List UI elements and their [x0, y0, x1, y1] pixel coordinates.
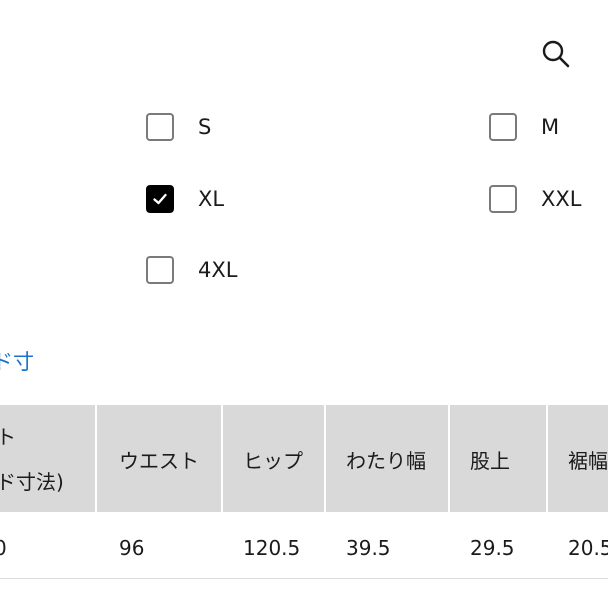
column-divider	[546, 405, 548, 512]
check-icon	[153, 193, 167, 205]
size-label-4xl: 4XL	[198, 257, 238, 282]
size-label-xl: XL	[198, 186, 225, 211]
search-icon	[542, 40, 570, 68]
size-table: ト ド寸法) ウエスト ヒップ わたり幅 股上 裾幅 0 96 120.5 39…	[0, 405, 608, 581]
size-option-m[interactable]: M	[489, 109, 559, 145]
header-thigh: わたり幅	[346, 449, 426, 473]
column-divider	[448, 405, 450, 512]
header-cell-1-line2: ド寸法)	[0, 470, 64, 494]
row-cell-hip: 120.5	[243, 536, 301, 560]
search-button[interactable]	[538, 36, 574, 72]
row-divider	[0, 578, 608, 579]
header-hem: 裾幅	[568, 449, 608, 473]
table-header-row: ト ド寸法) ウエスト ヒップ わたり幅 股上 裾幅	[0, 405, 608, 512]
header-waist: ウエスト	[119, 449, 199, 473]
header-rise: 股上	[470, 449, 510, 473]
size-chart-link[interactable]: ド寸	[0, 346, 34, 376]
size-option-s[interactable]: S	[146, 109, 211, 145]
size-option-4xl[interactable]: 4XL	[146, 252, 237, 288]
checkbox-xxl[interactable]	[489, 185, 517, 213]
size-guide-page: S M XL XXL 4XL ド寸 ト ド寸法) ウエスト ヒップ わたり幅 股…	[0, 0, 608, 608]
column-divider	[324, 405, 326, 512]
size-label-s: S	[198, 114, 212, 139]
checkbox-4xl[interactable]	[146, 256, 174, 284]
checkbox-m[interactable]	[489, 113, 517, 141]
row-cell-1: 0	[0, 536, 7, 560]
checkbox-s[interactable]	[146, 113, 174, 141]
checkbox-xl[interactable]	[146, 185, 174, 213]
size-label-xxl: XXL	[541, 186, 582, 211]
column-divider	[95, 405, 97, 512]
size-option-xxl[interactable]: XXL	[489, 181, 581, 217]
header-cell-1-line1: ト	[0, 425, 16, 449]
column-divider	[221, 405, 223, 512]
row-cell-rise: 29.5	[470, 536, 515, 560]
row-cell-hem: 20.5	[568, 536, 608, 560]
size-option-xl[interactable]: XL	[146, 181, 224, 217]
row-cell-thigh: 39.5	[346, 536, 391, 560]
row-cell-waist: 96	[119, 536, 145, 560]
header-hip: ヒップ	[243, 449, 303, 473]
size-label-m: M	[541, 114, 560, 139]
